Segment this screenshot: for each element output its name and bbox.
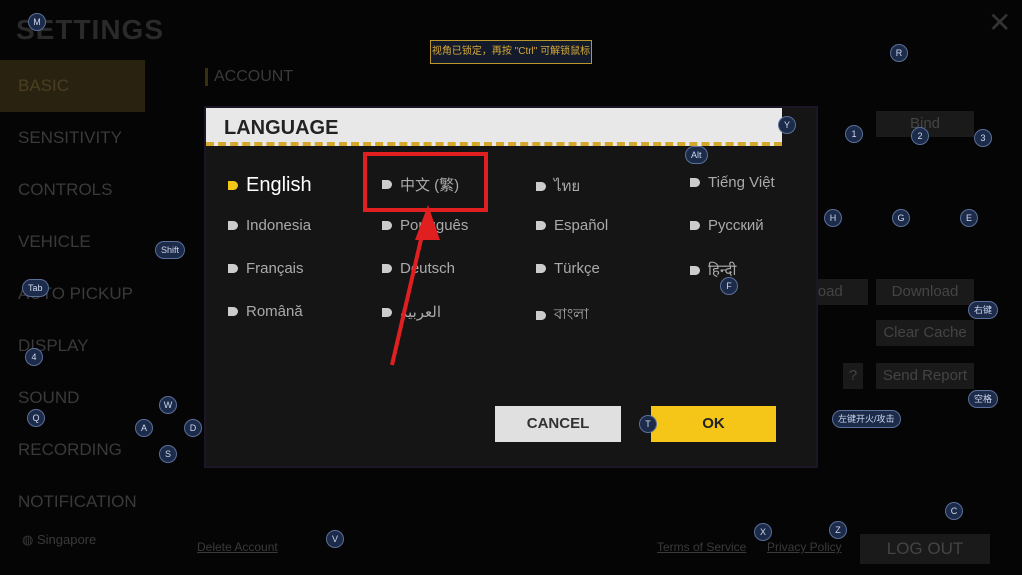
cancel-button[interactable]: CANCEL <box>495 406 621 442</box>
language-label: ไทย <box>554 178 581 195</box>
key-hint-badge: Z <box>829 521 847 539</box>
language-option[interactable]: Indonesia <box>228 217 311 234</box>
key-hint-badge: Q <box>27 409 45 427</box>
sidebar-item-basic[interactable]: BASIC <box>0 60 145 112</box>
language-label: Español <box>554 217 609 234</box>
download-button[interactable]: Download <box>876 279 974 305</box>
language-option[interactable]: Español <box>536 217 608 234</box>
key-hint-badge: T <box>639 415 657 433</box>
key-hint-badge: 4 <box>25 348 43 366</box>
key-hint-badge: V <box>326 530 344 548</box>
sidebar-item-vehicle[interactable]: VEHICLE <box>0 216 145 268</box>
region-label: Singapore <box>36 532 97 547</box>
key-hint-badge: Tab <box>22 279 49 297</box>
sidebar-item-controls[interactable]: CONTROLS <box>0 164 145 216</box>
language-label: Română <box>246 303 303 320</box>
language-label: Indonesia <box>246 217 312 234</box>
bullet-icon <box>690 221 700 230</box>
key-hint-badge: X <box>754 523 772 541</box>
sidebar-item-sensitivity[interactable]: SENSITIVITY <box>0 112 145 164</box>
key-hint-badge: R <box>890 44 908 62</box>
language-option[interactable]: Русский <box>690 217 764 234</box>
clear-cache-button[interactable]: Clear Cache <box>876 320 974 346</box>
key-hint-badge: 3 <box>974 129 992 147</box>
key-hint-badge: H <box>824 209 842 227</box>
language-option[interactable]: Română <box>228 303 303 320</box>
key-hint-badge: S <box>159 445 177 463</box>
sidebar-item-notification[interactable]: NOTIFICATION <box>0 476 145 528</box>
bullet-icon <box>228 307 238 316</box>
language-label: বাংলা <box>554 306 589 323</box>
key-hint-badge: 2 <box>911 127 929 145</box>
help-button[interactable]: ? <box>843 363 863 389</box>
delete-account-link[interactable]: Delete Account <box>197 540 278 554</box>
bullet-icon <box>536 311 546 320</box>
annotation-arrow <box>390 205 440 366</box>
key-hint-badge: Shift <box>155 241 186 259</box>
language-label: English <box>246 174 312 196</box>
mouse-lock-hint: 视角已锁定，再按 "Ctrl" 可解锁鼠标 <box>430 40 592 64</box>
bullet-icon <box>536 264 546 273</box>
bullet-icon <box>536 221 546 230</box>
key-hint-badge: F <box>720 277 738 295</box>
key-hint-badge: 左键开火/攻击 <box>832 410 901 428</box>
key-hint-badge: A <box>135 419 153 437</box>
key-hint-badge: Y <box>778 116 796 134</box>
ok-button[interactable]: OK <box>651 406 776 442</box>
dialog-header: LANGUAGE <box>206 108 782 146</box>
send-report-button[interactable]: Send Report <box>876 363 974 389</box>
section-account: ACCOUNT <box>205 68 293 86</box>
key-hint-badge: W <box>159 396 177 414</box>
sidebar-item-display[interactable]: DISPLAY <box>0 320 145 372</box>
dialog-title: LANGUAGE <box>224 117 339 139</box>
sidebar-item-auto-pickup[interactable]: AUTO PICKUP <box>0 268 145 320</box>
logout-button[interactable]: LOG OUT <box>860 534 990 564</box>
bullet-icon <box>690 178 700 187</box>
close-settings-icon[interactable]: ✕ <box>988 6 1011 39</box>
language-label: Tiếng Việt <box>708 174 775 191</box>
terms-link[interactable]: Terms of Service <box>657 540 746 554</box>
language-label: Русский <box>708 217 764 234</box>
privacy-link[interactable]: Privacy Policy <box>767 540 842 554</box>
key-hint-badge: 右键 <box>968 301 999 319</box>
bullet-icon <box>690 265 700 275</box>
key-hint-badge: M <box>28 13 46 31</box>
region-selector[interactable]: ◍ Singapore <box>22 532 96 548</box>
language-option[interactable]: বাংলা <box>536 303 589 328</box>
key-hint-badge: 1 <box>845 125 863 143</box>
language-label: Türkçe <box>554 260 600 277</box>
key-hint-badge: D <box>184 419 202 437</box>
key-hint-badge: C <box>945 502 963 520</box>
key-hint-badge: Alt <box>685 146 708 164</box>
language-option[interactable]: English <box>228 174 312 197</box>
key-hint-badge: 空格 <box>968 390 999 408</box>
language-label: Français <box>246 260 304 277</box>
sidebar-item-recording[interactable]: RECORDING <box>0 424 145 476</box>
key-hint-badge: G <box>892 209 910 227</box>
bullet-icon <box>228 221 238 230</box>
bullet-icon <box>536 181 546 191</box>
language-option[interactable]: Tiếng Việt <box>690 174 775 191</box>
language-option[interactable]: Français <box>228 260 304 277</box>
key-hint-badge: E <box>960 209 978 227</box>
language-option[interactable]: ไทย <box>536 174 580 198</box>
bullet-icon <box>228 264 238 273</box>
language-option[interactable]: Türkçe <box>536 260 600 277</box>
bullet-icon <box>228 181 238 190</box>
sidebar-item-sound[interactable]: SOUND <box>0 372 145 424</box>
